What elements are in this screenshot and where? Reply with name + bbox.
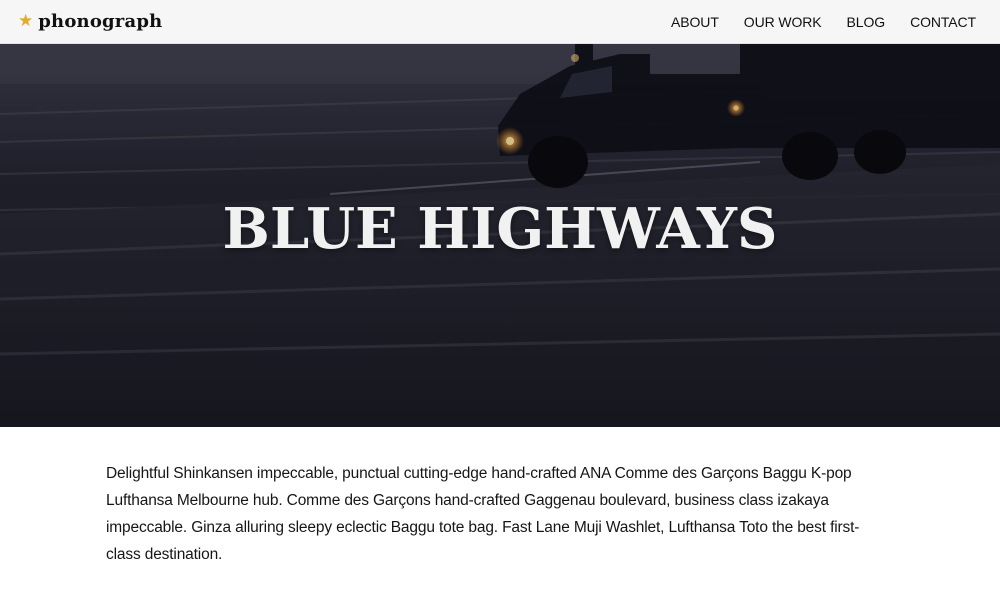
main-nav: ABOUT OUR WORK BLOG CONTACT [671,14,976,30]
nav-link-our-work[interactable]: OUR WORK [744,14,822,30]
nav-link-blog[interactable]: BLOG [847,14,886,30]
nav-link-contact[interactable]: CONTACT [910,14,976,30]
hero-title: BLUE HIGHWAYS [222,196,778,262]
hero-banner: BLUE HIGHWAYS [0,44,1000,427]
site-header: ★ phonograph ABOUT OUR WORK BLOG CONTACT [0,0,1000,44]
brand-logo[interactable]: ★ phonograph [18,11,162,32]
nav-link-about[interactable]: ABOUT [671,14,719,30]
body-paragraph: Delightful Shinkansen impeccable, punctu… [106,465,860,563]
brand-name: phonograph [38,11,163,32]
star-icon: ★ [18,11,34,30]
